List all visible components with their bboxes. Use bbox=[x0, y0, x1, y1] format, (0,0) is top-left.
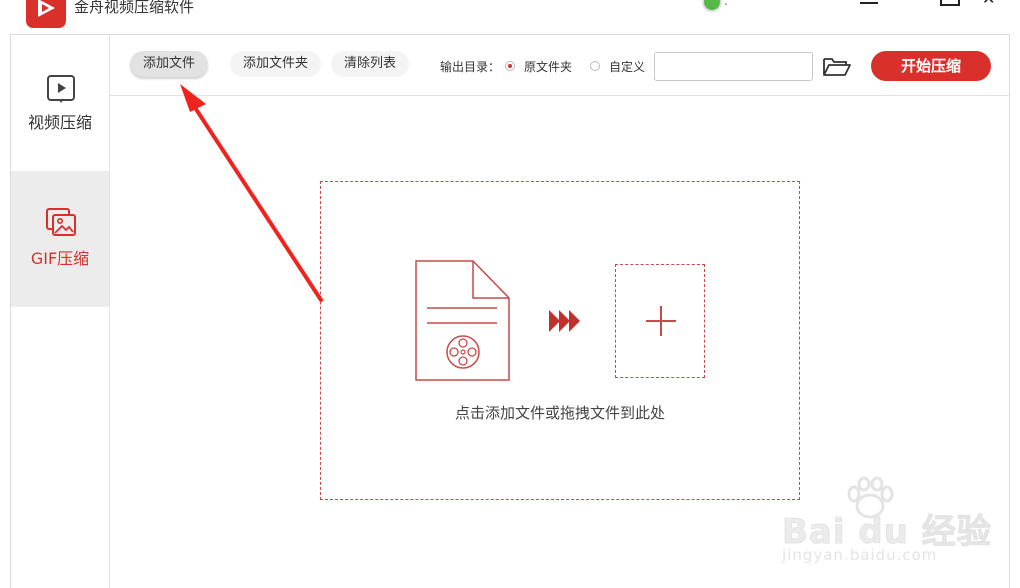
status-indicator-icon[interactable] bbox=[702, 0, 722, 12]
folder-open-icon[interactable] bbox=[822, 55, 852, 79]
sidebar-item-label: 视频压缩 bbox=[27, 113, 92, 132]
add-file-plus-box[interactable] bbox=[615, 264, 705, 378]
sidebar-item-label: GIF压缩 bbox=[30, 249, 90, 268]
radio-custom-label: 自定义 bbox=[609, 60, 646, 74]
app-logo-icon bbox=[26, 0, 66, 28]
app-title: 金舟视频压缩软件 bbox=[74, 0, 195, 16]
title-bar: 金舟视频压缩软件 . ✕ bbox=[0, 0, 1020, 34]
radio-custom[interactable] bbox=[590, 61, 600, 71]
start-compress-button[interactable]: 开始压缩 bbox=[871, 51, 991, 81]
output-directory-label: 输出目录： bbox=[440, 60, 501, 74]
status-text: . bbox=[724, 0, 728, 8]
sidebar-item-gif-compress[interactable]: GIF压缩 bbox=[11, 171, 109, 307]
close-icon[interactable]: ✕ bbox=[982, 0, 995, 7]
image-icon bbox=[46, 208, 76, 236]
add-file-button[interactable]: 添加文件 bbox=[130, 51, 209, 77]
add-folder-button[interactable]: 添加文件夹 bbox=[230, 51, 322, 77]
radio-original-folder-label: 原文件夹 bbox=[524, 60, 573, 74]
triple-arrow-icon bbox=[549, 310, 580, 332]
watermark-site: jingyan.baidu.com bbox=[782, 546, 938, 564]
file-drop-zone[interactable]: 点击添加文件或拖拽文件到此处 bbox=[320, 181, 800, 500]
clear-list-button[interactable]: 清除列表 bbox=[331, 51, 410, 77]
baidu-jingyan-watermark: Bai du 经验 jingyan.baidu.com bbox=[782, 476, 992, 572]
video-file-icon bbox=[415, 260, 510, 381]
toolbar: 添加文件 添加文件夹 清除列表 输出目录： 原文件夹 自定义 开始压缩 bbox=[110, 35, 1009, 96]
play-icon bbox=[47, 75, 75, 103]
plus-icon bbox=[646, 306, 676, 336]
sidebar-item-video-compress[interactable]: 视频压缩 bbox=[11, 35, 109, 171]
minimize-icon[interactable] bbox=[860, 0, 880, 4]
radio-original-folder[interactable] bbox=[505, 61, 515, 71]
output-path-input[interactable] bbox=[654, 52, 813, 81]
sidebar: 视频压缩 GIF压缩 bbox=[11, 35, 110, 588]
maximize-icon[interactable] bbox=[940, 0, 960, 6]
drop-zone-hint: 点击添加文件或拖拽文件到此处 bbox=[454, 404, 665, 422]
